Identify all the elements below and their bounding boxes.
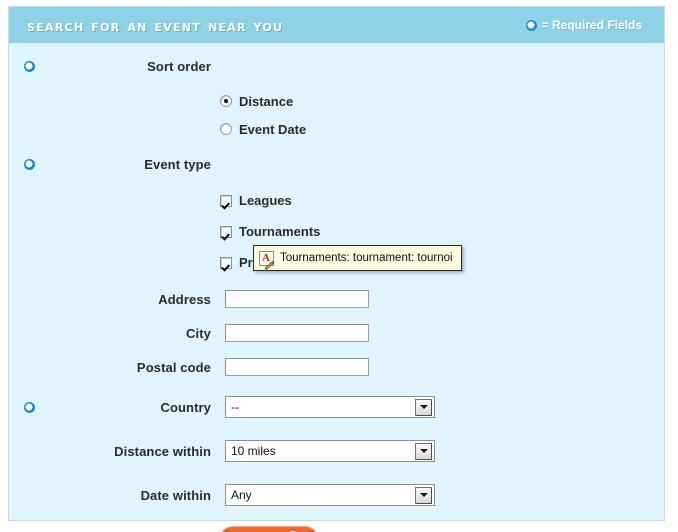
checkbox-option-tournaments[interactable]: Tournaments	[220, 216, 664, 247]
field-row-city: City	[9, 320, 664, 346]
translation-tooltip: A Tournaments: tournament: tournoi	[253, 245, 462, 271]
country-label: Country	[160, 399, 211, 415]
search-form-panel: Search for an Event Near You = Required …	[8, 6, 665, 532]
event-type-label: Event type	[144, 156, 211, 172]
tooltip-text: Tournaments: tournament: tournoi	[280, 252, 453, 264]
checkbox-tournaments-label: Tournaments	[239, 224, 321, 239]
radio-option-distance[interactable]: Distance	[220, 87, 664, 115]
date-within-select[interactable]: Any	[225, 484, 435, 506]
form-body: Sort order Distance Event Date Event typ…	[9, 43, 664, 532]
required-fields-legend-label: = Required Fields	[541, 18, 642, 32]
field-row-country: Country --	[9, 394, 664, 420]
chevron-down-icon[interactable]	[415, 442, 432, 460]
distance-within-label: Distance within	[114, 443, 211, 459]
chevron-down-icon[interactable]	[415, 486, 432, 504]
required-asterisk-icon	[23, 158, 35, 170]
distance-within-select-value: 10 miles	[231, 444, 276, 458]
translate-edit-icon: A	[259, 250, 275, 270]
country-select-value: --	[231, 400, 239, 414]
radio-event-date-label: Event Date	[239, 121, 307, 137]
required-asterisk-icon	[23, 60, 35, 72]
field-row-event-type: Event type	[9, 151, 664, 177]
submit-row: Search	[220, 526, 664, 532]
field-row-address: Address	[9, 286, 664, 312]
country-select[interactable]: --	[225, 396, 435, 418]
date-within-select-value: Any	[231, 488, 252, 502]
checkbox-leagues-label: Leagues	[239, 193, 292, 208]
distance-within-select[interactable]: 10 miles	[225, 440, 435, 462]
sort-order-required-marker	[9, 60, 49, 72]
address-label: Address	[158, 291, 211, 307]
sort-order-label: Sort order	[147, 58, 211, 74]
checkbox-third-label: Pr	[239, 255, 253, 270]
field-row-date-within: Date within Any	[9, 482, 664, 508]
checkbox-option-leagues[interactable]: Leagues	[220, 185, 664, 216]
page-root: Search for an Event Near You = Required …	[0, 0, 678, 532]
chevron-down-icon[interactable]	[415, 398, 432, 416]
radio-distance-label: Distance	[239, 93, 294, 109]
radio-option-event-date[interactable]: Event Date	[220, 115, 664, 143]
checkbox-tournaments-input[interactable]	[220, 225, 232, 238]
panel-header: Search for an Event Near You = Required …	[9, 7, 664, 43]
date-within-label: Date within	[140, 487, 211, 503]
required-asterisk-icon	[525, 19, 537, 31]
search-button[interactable]: Search	[220, 526, 318, 532]
required-fields-legend: = Required Fields	[525, 18, 650, 32]
field-row-postal-code: Postal code	[9, 354, 664, 380]
radio-distance-input[interactable]	[220, 95, 232, 107]
field-row-distance-within: Distance within 10 miles	[9, 438, 664, 464]
checkbox-third-input[interactable]	[220, 256, 232, 269]
address-input[interactable]	[225, 290, 369, 308]
country-required-marker	[9, 401, 49, 413]
page-title: Search for an Event Near You	[27, 15, 284, 35]
radio-event-date-input[interactable]	[220, 123, 232, 135]
postal-code-label: Postal code	[136, 359, 211, 375]
required-asterisk-icon	[23, 401, 35, 413]
postal-code-input[interactable]	[225, 358, 369, 376]
event-type-required-marker	[9, 158, 49, 170]
field-row-sort-order: Sort order	[9, 53, 664, 79]
checkbox-leagues-input[interactable]	[220, 194, 232, 207]
city-label: City	[186, 325, 211, 341]
city-input[interactable]	[225, 324, 369, 342]
